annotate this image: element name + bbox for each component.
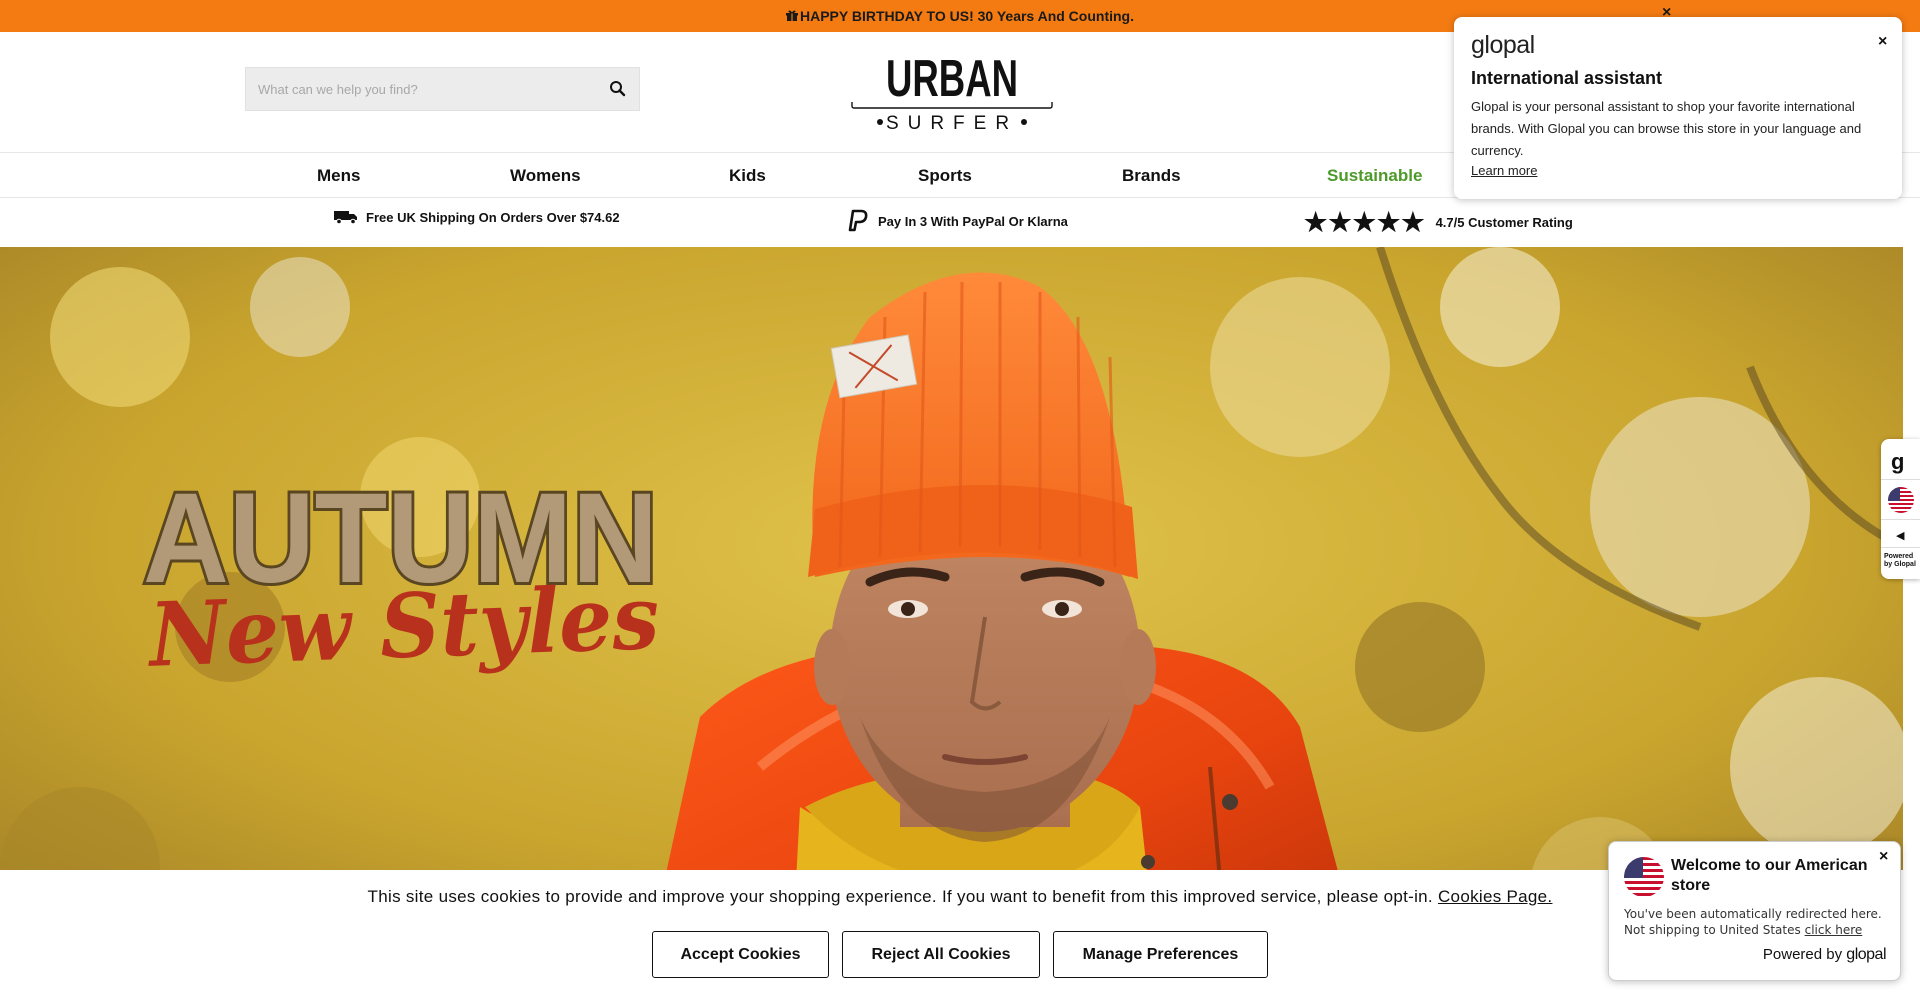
nav-item-brands[interactable]: Brands <box>1122 166 1181 186</box>
learn-more-link[interactable]: Learn more <box>1471 163 1537 178</box>
powered-by-text: Powered by <box>1762 946 1843 963</box>
usp-paypal-text: Pay In 3 With PayPal Or Klarna <box>878 213 1068 229</box>
glopal-g-icon[interactable]: g <box>1891 449 1904 475</box>
logo-top-text: URBAN <box>886 50 1018 108</box>
nav-item-kids[interactable]: Kids <box>729 166 766 186</box>
search-bar <box>245 67 640 111</box>
search-icon[interactable] <box>607 78 629 100</box>
reject-cookies-button[interactable]: Reject All Cookies <box>842 931 1040 978</box>
usp-shipping: Free UK Shipping On Orders Over $74.62 <box>334 209 620 225</box>
star-icon: ★ <box>1352 207 1376 237</box>
nav-item-sports[interactable]: Sports <box>918 166 972 186</box>
logo-bottom-text: SURFER <box>886 113 1018 134</box>
star-icon: ★ <box>1401 207 1425 237</box>
gift-icon <box>786 10 798 21</box>
star-icon: ★ <box>1376 207 1401 237</box>
accept-cookies-button[interactable]: Accept Cookies <box>652 931 829 978</box>
divider <box>1881 479 1920 480</box>
redirect-line: You've been automatically redirected her… <box>1624 907 1882 921</box>
rating-stars: ★ ★ ★ ★ ★ <box>1304 209 1426 235</box>
nav-item-sustainable[interactable]: Sustainable <box>1327 166 1422 186</box>
usp-rating-text: 4.7/5 Customer Rating <box>1435 214 1573 230</box>
usp-paypal: Pay In 3 With PayPal Or Klarna <box>848 209 1068 233</box>
click-here-link[interactable]: click here <box>1805 923 1863 937</box>
star-icon: ★ <box>1328 207 1352 237</box>
announcement-text: HAPPY BIRTHDAY TO US! 30 Years And Count… <box>800 8 1134 24</box>
shipping-line-text: Not shipping to United States <box>1624 923 1801 937</box>
cookies-page-link[interactable]: Cookies Page. <box>1438 887 1552 906</box>
assistant-title: International assistant <box>1471 68 1663 88</box>
assistant-close-icon[interactable]: × <box>1878 33 1887 51</box>
us-flag-icon[interactable] <box>1888 487 1914 513</box>
powered-by-glopal-label: Powered by Glopal <box>1884 553 1916 568</box>
collapse-arrow-icon[interactable]: ◀ <box>1896 529 1904 542</box>
glopal-side-tab[interactable]: g ◀ Powered by Glopal <box>1881 439 1920 579</box>
paypal-icon <box>848 209 868 232</box>
hero-subheadline: New Styles <box>145 565 661 687</box>
glopal-logo: glopal <box>1471 31 1535 59</box>
star-icon: ★ <box>1304 207 1328 237</box>
welcome-title: Welcome to our American store <box>1671 857 1868 894</box>
welcome-message: You've been automatically redirected her… <box>1624 906 1894 938</box>
urban-surfer-logo[interactable]: URBAN SURFER <box>850 46 1054 136</box>
welcome-popup: Welcome to our American store × You've b… <box>1608 841 1901 981</box>
us-flag-icon <box>1624 857 1664 897</box>
welcome-close-icon[interactable]: × <box>1879 848 1888 866</box>
divider <box>1881 547 1920 548</box>
divider <box>1881 519 1920 520</box>
usp-bar: Free UK Shipping On Orders Over $74.62 P… <box>0 199 1920 247</box>
shipping-line: Not shipping to United States click here <box>1624 922 1894 938</box>
manage-preferences-button[interactable]: Manage Preferences <box>1053 931 1268 978</box>
nav-item-womens[interactable]: Womens <box>510 166 581 186</box>
powered-by-label: Powered by glopal <box>1762 946 1887 964</box>
nav-item-mens[interactable]: Mens <box>317 166 360 186</box>
international-assistant-popup: glopal × International assistant Glopal … <box>1454 17 1902 199</box>
delivery-truck-icon <box>334 211 357 225</box>
usp-rating: ★ ★ ★ ★ ★ 4.7/5 Customer Rating <box>1304 209 1573 235</box>
search-input[interactable] <box>246 81 586 97</box>
cookie-message: This site uses cookies to provide and im… <box>367 887 1433 906</box>
glopal-wordmark: glopal <box>1846 946 1886 963</box>
assistant-body: Glopal is your personal assistant to sho… <box>1471 99 1862 158</box>
usp-shipping-text: Free UK Shipping On Orders Over $74.62 <box>366 209 620 225</box>
